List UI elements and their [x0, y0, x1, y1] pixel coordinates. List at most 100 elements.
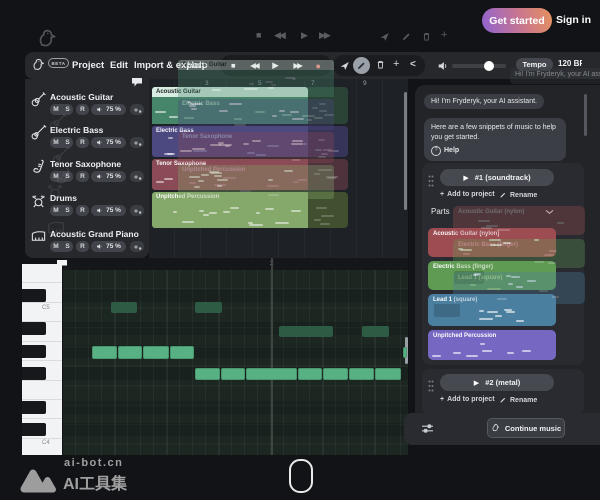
add-tool-icon[interactable]: + — [393, 58, 399, 70]
midi-note[interactable] — [92, 346, 117, 359]
mute-button[interactable]: M — [53, 207, 58, 214]
midi-note-dim[interactable] — [195, 302, 222, 313]
snippet-2-rename-button[interactable]: Rename — [499, 396, 537, 404]
mute-button[interactable]: M — [53, 173, 58, 180]
midi-note[interactable] — [246, 368, 297, 380]
solo-button[interactable]: S — [65, 106, 69, 113]
midi-note-dim[interactable] — [362, 326, 389, 337]
midi-note[interactable] — [170, 346, 194, 359]
clip-header[interactable]: Acoustic Guitar — [152, 87, 308, 97]
midi-note[interactable] — [403, 347, 407, 358]
record-arm-button[interactable]: R — [76, 241, 89, 252]
part-card[interactable]: Lead 1 (square) — [428, 294, 556, 326]
volume-slider[interactable] — [452, 64, 506, 68]
snippet-1-play-pill[interactable]: ▶ #1 (soundtrack) — [440, 169, 554, 186]
record-button[interactable]: ● — [316, 61, 321, 71]
piano-keyboard[interactable]: C5C4 — [22, 264, 62, 455]
clip[interactable]: Tenor Saxophone — [152, 159, 308, 190]
volume-speaker-icon[interactable] — [437, 60, 449, 72]
part-card[interactable]: Electric Bass (finger) — [428, 261, 556, 290]
pin-tool-icon[interactable] — [339, 60, 350, 71]
piano-roll-grid[interactable] — [63, 270, 408, 455]
clip-dim-section[interactable] — [308, 87, 348, 124]
clip[interactable] — [152, 97, 308, 124]
solo-button[interactable]: S — [65, 173, 69, 180]
midi-note[interactable] — [143, 346, 169, 359]
pencil-tool-active[interactable] — [353, 57, 370, 74]
solo-button[interactable]: S — [65, 207, 69, 214]
mute-solo-buttons[interactable]: MS — [50, 137, 73, 148]
timeline-vertical-scrollbar[interactable] — [404, 92, 407, 210]
part-card[interactable]: Unpitched Percussion — [428, 330, 556, 360]
black-key[interactable] — [22, 367, 46, 380]
mute-button[interactable]: M — [53, 243, 58, 250]
clip[interactable]: Electric Bass — [152, 126, 308, 157]
record-arm-button[interactable]: R — [76, 205, 89, 216]
record-arm-button[interactable]: R — [76, 171, 89, 182]
get-started-button[interactable]: Get started — [482, 8, 552, 33]
snippet-2-add-button[interactable]: + Add to project — [440, 396, 495, 403]
mute-solo-buttons[interactable]: MS — [50, 205, 73, 216]
midi-note[interactable] — [375, 368, 401, 380]
track-volume-pill[interactable]: 75 % — [91, 104, 126, 115]
track-options-button[interactable] — [130, 241, 144, 252]
mute-solo-buttons[interactable]: MS — [50, 171, 73, 182]
snippet-1-rename-button[interactable]: Rename — [499, 191, 537, 199]
sign-in-button[interactable]: Sign in — [556, 14, 591, 26]
snippet-1-add-button[interactable]: + Add to project — [440, 191, 495, 198]
assistant-panel-scrollbar[interactable] — [584, 94, 587, 136]
rewind-button[interactable]: ◀◀ — [250, 61, 258, 70]
solo-button[interactable]: S — [65, 139, 69, 146]
continue-music-button[interactable]: Continue music — [487, 418, 565, 438]
cut-tool-icon[interactable]: < — [410, 59, 416, 70]
clip[interactable]: Unpitched Percussion — [152, 192, 308, 228]
play-button[interactable]: ▶ — [272, 60, 279, 71]
tempo-label[interactable]: Tempo — [516, 58, 553, 71]
tempo-value[interactable]: 120 BPM — [558, 59, 582, 71]
help-row[interactable]: ? Help — [431, 146, 559, 156]
stop-button[interactable]: ■ — [231, 61, 236, 70]
track-options-button[interactable] — [130, 205, 144, 216]
snippet-1-drag-handle-icon[interactable] — [427, 174, 435, 188]
midi-note[interactable] — [118, 346, 142, 359]
midi-note[interactable] — [349, 368, 374, 380]
track-volume-pill[interactable]: 75 % — [91, 137, 126, 148]
midi-note[interactable] — [221, 368, 245, 380]
settings-sliders-icon[interactable] — [421, 423, 434, 434]
midi-note-dim[interactable] — [279, 326, 333, 337]
record-arm-button[interactable]: R — [76, 137, 89, 148]
mute-solo-buttons[interactable]: MS — [50, 241, 73, 252]
volume-slider-knob[interactable] — [484, 61, 494, 71]
track-options-button[interactable] — [130, 171, 144, 182]
midi-note-dim[interactable] — [111, 302, 137, 313]
timeline-marker-icon[interactable] — [131, 77, 143, 87]
menu-project[interactable]: Project — [72, 60, 104, 71]
trash-tool-icon[interactable] — [375, 59, 386, 70]
black-key[interactable] — [22, 423, 46, 436]
track-volume-pill[interactable]: 75 % — [91, 241, 126, 252]
midi-note[interactable] — [298, 368, 322, 380]
midi-note[interactable] — [323, 368, 348, 380]
black-key[interactable] — [22, 401, 46, 414]
clip-dim-section[interactable] — [308, 192, 348, 228]
track-volume-pill[interactable]: 75 % — [91, 205, 126, 216]
black-key[interactable] — [22, 289, 46, 302]
clip-dim-section[interactable] — [308, 159, 348, 190]
mute-button[interactable]: M — [53, 139, 58, 146]
record-arm-button[interactable]: R — [76, 104, 89, 115]
forward-button[interactable]: ▶▶ — [293, 61, 301, 70]
chevron-down-icon[interactable] — [545, 209, 554, 215]
midi-note[interactable] — [195, 368, 220, 380]
solo-button[interactable]: S — [65, 243, 69, 250]
track-options-button[interactable] — [130, 137, 144, 148]
snippet-2-drag-handle-icon[interactable] — [427, 379, 435, 393]
track-options-button[interactable] — [130, 104, 144, 115]
clip-dim-section[interactable] — [308, 126, 348, 157]
menu-edit[interactable]: Edit — [110, 60, 128, 71]
track-volume-pill[interactable]: 75 % — [91, 171, 126, 182]
mute-solo-buttons[interactable]: MS — [50, 104, 73, 115]
black-key[interactable] — [22, 322, 46, 335]
black-key[interactable] — [22, 345, 46, 358]
mute-button[interactable]: M — [53, 106, 58, 113]
part-card[interactable]: Acoustic Guitar (nylon) — [428, 228, 556, 257]
